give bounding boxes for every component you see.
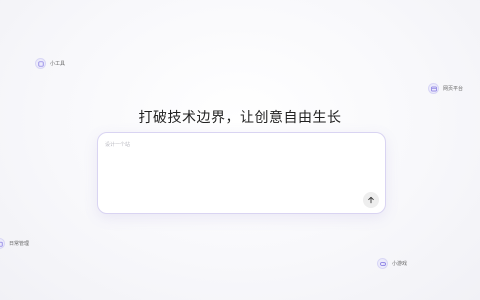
floating-tag-label: 日常管理 <box>9 241 30 247</box>
arrow-up-icon <box>368 196 374 204</box>
page-headline: 打破技术边界，让创意自由生长 <box>138 110 342 126</box>
tool-icon <box>35 58 46 69</box>
gamepad-icon <box>377 258 388 269</box>
floating-tag-tools[interactable]: 小工具 <box>35 58 65 69</box>
browser-icon <box>428 83 439 94</box>
send-button[interactable] <box>363 192 379 208</box>
prompt-composer <box>97 132 386 214</box>
floating-tag-schedule[interactable]: 日常管理 <box>0 238 29 249</box>
floating-tag-game[interactable]: 小游戏 <box>377 258 407 269</box>
prompt-input[interactable] <box>105 141 365 191</box>
calendar-icon <box>0 238 5 249</box>
floating-tag-label: 小游戏 <box>392 261 408 267</box>
floating-tag-label: 小工具 <box>50 61 66 67</box>
floating-tag-label: 网页平台 <box>443 86 464 92</box>
floating-tag-web-platform[interactable]: 网页平台 <box>428 83 463 94</box>
